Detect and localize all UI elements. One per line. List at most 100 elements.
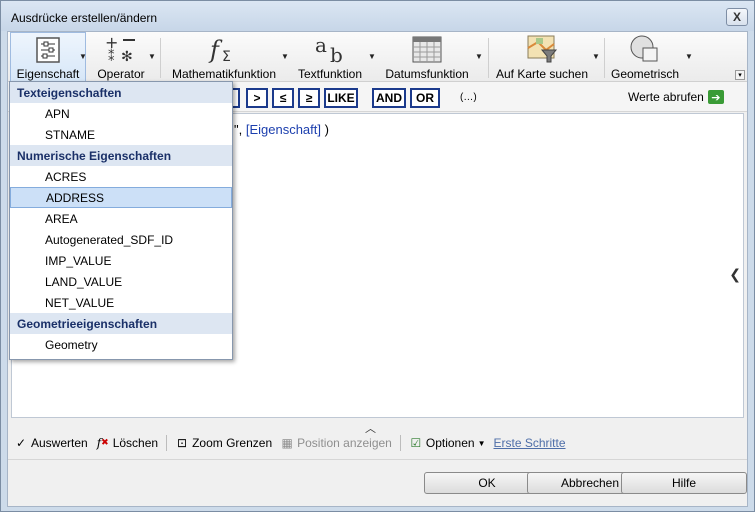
chevron-down-icon[interactable]: ▼ xyxy=(281,52,289,61)
chevron-left-icon[interactable]: ❮ xyxy=(729,266,741,283)
chevron-down-icon[interactable]: ▼ xyxy=(368,52,376,61)
toolbar-property-button[interactable]: Eigenschaft xyxy=(10,32,86,82)
operator-like-button[interactable]: LIKE xyxy=(324,88,358,108)
toolbar-separator xyxy=(160,38,161,78)
expression-prefix: ", xyxy=(234,122,246,137)
zoom-label: Zoom Grenzen xyxy=(192,436,273,450)
dropdown-group-header: Numerische Eigenschaften xyxy=(10,145,232,166)
delete-button[interactable]: f ✖ Löschen xyxy=(96,436,158,450)
dropdown-item-selected[interactable]: ADDRESS xyxy=(10,187,232,208)
delete-label: Löschen xyxy=(112,436,159,450)
map-search-icon xyxy=(526,32,558,66)
show-position-button[interactable]: ▦ Position anzeigen xyxy=(280,436,392,450)
dropdown-item[interactable]: LAND_VALUE xyxy=(10,271,232,292)
toolbar-date-function-button[interactable]: Datumsfunktion xyxy=(382,32,472,82)
toolbar-math-function-button[interactable]: f Σ Mathematikfunktion xyxy=(166,32,282,82)
delete-function-icon: f ✖ xyxy=(96,436,109,450)
options-label: Optionen xyxy=(425,436,475,450)
arrow-right-icon: ➔ xyxy=(707,90,724,104)
toolbar-label: Textfunktion xyxy=(297,67,363,81)
ok-label: OK xyxy=(478,476,496,490)
svg-text:✻: ✻ xyxy=(121,49,133,64)
geometric-icon xyxy=(629,32,661,66)
chevron-down-icon[interactable]: ▼ xyxy=(475,52,483,61)
options-button[interactable]: ☑ Optionen ▼ xyxy=(409,436,486,450)
svg-text:⁑: ⁑ xyxy=(108,49,115,64)
property-icon xyxy=(36,33,60,66)
fetch-values-label: Werte abrufen xyxy=(628,90,704,104)
operator-greater-equal-button[interactable]: ≥ xyxy=(298,88,320,108)
separator xyxy=(166,435,168,451)
expression-token: [Eigenschaft] xyxy=(245,122,321,137)
toolbar-label: Datumsfunktion xyxy=(385,67,469,81)
position-icon: ▦ xyxy=(281,436,293,450)
text-function-icon: a b xyxy=(314,32,346,66)
operator-greater-button[interactable]: > xyxy=(246,88,268,108)
chevron-down-icon: ▼ xyxy=(477,438,486,448)
separator xyxy=(399,435,401,451)
toolbar-label: Mathematikfunktion xyxy=(171,67,277,81)
show-position-label: Position anzeigen xyxy=(297,436,392,450)
dropdown-item[interactable]: Autogenerated_SDF_ID xyxy=(10,229,232,250)
help-label: Hilfe xyxy=(671,476,696,490)
dropdown-item[interactable]: APN xyxy=(10,103,232,124)
operator-label: OR xyxy=(416,91,434,105)
evaluate-button[interactable]: ✓ Auswerten xyxy=(14,436,88,450)
operator-or-button[interactable]: OR xyxy=(410,88,440,108)
evaluate-label: Auswerten xyxy=(31,436,88,450)
zoom-icon: ⊡ xyxy=(177,436,188,450)
toolbar-label: Eigenschaft xyxy=(16,67,80,81)
close-button[interactable]: X xyxy=(726,8,748,26)
checkmark-icon: ✓ xyxy=(15,436,27,450)
expression-builder-window: Ausdrücke erstellen/ändern X Eigenschaft… xyxy=(0,0,755,512)
operator-less-equal-button[interactable]: ≤ xyxy=(272,88,294,108)
svg-text:Σ: Σ xyxy=(222,49,231,64)
expression-suffix: ) xyxy=(321,122,329,137)
toolbar-label: Geometrisch xyxy=(610,67,680,81)
dropdown-item[interactable]: STNAME xyxy=(10,124,232,145)
toolbar-label: Auf Karte suchen xyxy=(495,67,589,81)
toolbar-label: Operator xyxy=(97,67,145,81)
dropdown-item[interactable]: AREA xyxy=(10,208,232,229)
property-dropdown: Texteigenschaften APN STNAME Numerische … xyxy=(9,81,233,360)
footer-divider xyxy=(8,459,747,460)
dropdown-item[interactable]: NET_VALUE xyxy=(10,292,232,313)
operator-and-button[interactable]: AND xyxy=(372,88,406,108)
dropdown-group-header: Texteigenschaften xyxy=(10,82,232,103)
svg-text:a: a xyxy=(315,34,327,57)
operator-label: AND xyxy=(376,91,402,105)
dropdown-item[interactable]: IMP_VALUE xyxy=(10,250,232,271)
chevron-down-icon[interactable]: ▼ xyxy=(685,52,693,61)
operator-label: ≥ xyxy=(305,91,313,105)
toolbar-map-search-button[interactable]: Auf Karte suchen xyxy=(494,32,590,82)
operator-label: ≤ xyxy=(279,91,287,105)
toolbar-overflow-button[interactable]: ▾ xyxy=(735,70,745,80)
title-bar: Ausdrücke erstellen/ändern X xyxy=(1,1,754,31)
svg-text:f: f xyxy=(208,36,223,64)
operator-label: > xyxy=(253,91,261,105)
operator-label: LIKE xyxy=(327,91,355,105)
chevron-down-icon[interactable]: ▼ xyxy=(592,52,600,61)
cancel-label: Abbrechen xyxy=(560,476,620,490)
toolbar-geometric-button[interactable]: Geometrisch xyxy=(610,32,680,82)
parentheses-button[interactable]: (…) xyxy=(460,92,477,103)
toolbar-separator xyxy=(488,38,489,78)
operator-icon: + ⁑ ✻ xyxy=(103,32,139,66)
help-button[interactable]: Hilfe xyxy=(621,472,747,494)
chevron-down-icon[interactable]: ▼ xyxy=(148,52,156,61)
chevron-down-icon[interactable]: ▼ xyxy=(79,52,87,61)
dropdown-item[interactable]: ACRES xyxy=(10,166,232,187)
fetch-values-button[interactable]: Werte abrufen ➔ xyxy=(628,90,724,104)
svg-text:b: b xyxy=(330,43,343,64)
dropdown-group-header: Geometrieeigenschaften xyxy=(10,313,232,334)
close-icon: X xyxy=(732,10,741,24)
zoom-extents-button[interactable]: ⊡ Zoom Grenzen xyxy=(175,436,272,450)
math-function-icon: f Σ xyxy=(208,32,240,66)
toolbar-operator-button[interactable]: + ⁑ ✻ Operator xyxy=(92,32,150,82)
toolbar-text-function-button[interactable]: a b Textfunktion xyxy=(294,32,366,82)
first-steps-link[interactable]: Erste Schritte xyxy=(493,436,565,450)
checkbox-icon: ☑ xyxy=(410,436,422,450)
expression-text: ", [Eigenschaft] ) xyxy=(234,122,329,137)
date-function-icon xyxy=(412,32,442,66)
dropdown-item[interactable]: Geometry xyxy=(10,334,232,355)
